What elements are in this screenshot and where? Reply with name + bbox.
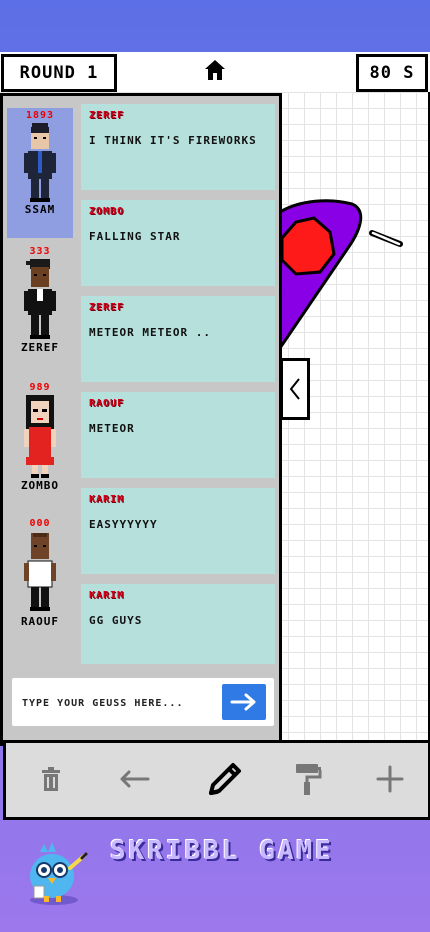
message-sender: ZOMBO <box>89 206 125 217</box>
message-sender: ZEREF <box>89 302 125 313</box>
player-card-raouf[interactable]: 000 RAOUF <box>7 516 73 652</box>
chat-message: KARIM EASYYYYYY <box>81 488 275 574</box>
player-score: 333 <box>29 246 51 257</box>
player-name: ZOMBO <box>20 479 60 492</box>
message-sender: KARIM <box>89 590 125 601</box>
chat-message: KARIM GG GUYS <box>81 584 275 664</box>
message-text: METEOR <box>89 422 135 435</box>
message-sender: ZEREF <box>89 110 125 121</box>
game-title: SKRIBBL GAME <box>110 836 334 866</box>
chat-message: RAOUF METEOR <box>81 392 275 478</box>
player-card-zombo[interactable]: 989 ZOMBO <box>7 380 73 516</box>
undo-button[interactable] <box>114 759 154 799</box>
chat-message: ZOMBO FALLING STAR <box>81 200 275 286</box>
plus-icon <box>376 765 404 793</box>
bird-mascot-icon <box>30 842 88 905</box>
drawing-toolbar <box>3 740 430 820</box>
player-name: RAOUF <box>20 615 60 628</box>
message-sender: KARIM <box>89 494 125 505</box>
player-score: 1893 <box>25 110 55 121</box>
add-button[interactable] <box>372 759 408 799</box>
chat-message: ZEREF METEOR METEOR .. <box>81 296 275 382</box>
trash-icon <box>42 767 60 791</box>
player-card-zeref[interactable]: 333 ZEREF <box>7 244 73 380</box>
chat-panel: 1893 SSAM 333 ZEREF 989 ZOMBO 000 RAOUF … <box>0 93 282 746</box>
home-button[interactable] <box>203 58 227 82</box>
chat-messages: ZEREF I THINK IT'S FIREWORKS ZOMBO FALLI… <box>81 104 275 674</box>
guess-input-row <box>12 678 274 726</box>
player-score: 989 <box>29 382 51 393</box>
home-icon <box>205 60 225 80</box>
player-avatar <box>24 123 56 202</box>
player-avatar <box>24 533 56 611</box>
guess-input[interactable] <box>20 690 220 716</box>
message-text: METEOR METEOR .. <box>89 326 211 339</box>
clear-canvas-button[interactable] <box>36 759 66 799</box>
player-avatar <box>24 395 56 478</box>
player-score: 000 <box>29 518 51 529</box>
player-name: SSAM <box>24 203 56 216</box>
send-button[interactable] <box>222 684 266 720</box>
mascot-logo <box>20 838 90 910</box>
player-list: 1893 SSAM 333 ZEREF 989 ZOMBO 000 RAOUF <box>7 108 73 652</box>
paint-roller-icon <box>296 764 322 795</box>
message-sender: RAOUF <box>89 398 125 409</box>
arrow-right-icon <box>230 693 256 711</box>
player-card-ssam[interactable]: 1893 SSAM <box>7 108 73 238</box>
message-text: GG GUYS <box>89 614 143 627</box>
player-name: ZEREF <box>20 341 60 354</box>
collapse-chat-button[interactable] <box>280 358 310 420</box>
round-indicator: ROUND 1 <box>1 54 117 92</box>
chat-message: ZEREF I THINK IT'S FIREWORKS <box>81 104 275 190</box>
pencil-tool-button[interactable] <box>202 755 248 803</box>
player-avatar <box>24 259 56 339</box>
message-text: I THINK IT'S FIREWORKS <box>89 134 257 147</box>
timer: 80 S <box>356 54 428 92</box>
chevron-left-icon <box>289 378 300 400</box>
message-text: EASYYYYYY <box>89 518 158 531</box>
fill-tool-button[interactable] <box>290 759 326 799</box>
message-text: FALLING STAR <box>89 230 181 243</box>
arrow-left-icon <box>120 770 150 788</box>
pencil-icon <box>209 763 241 795</box>
